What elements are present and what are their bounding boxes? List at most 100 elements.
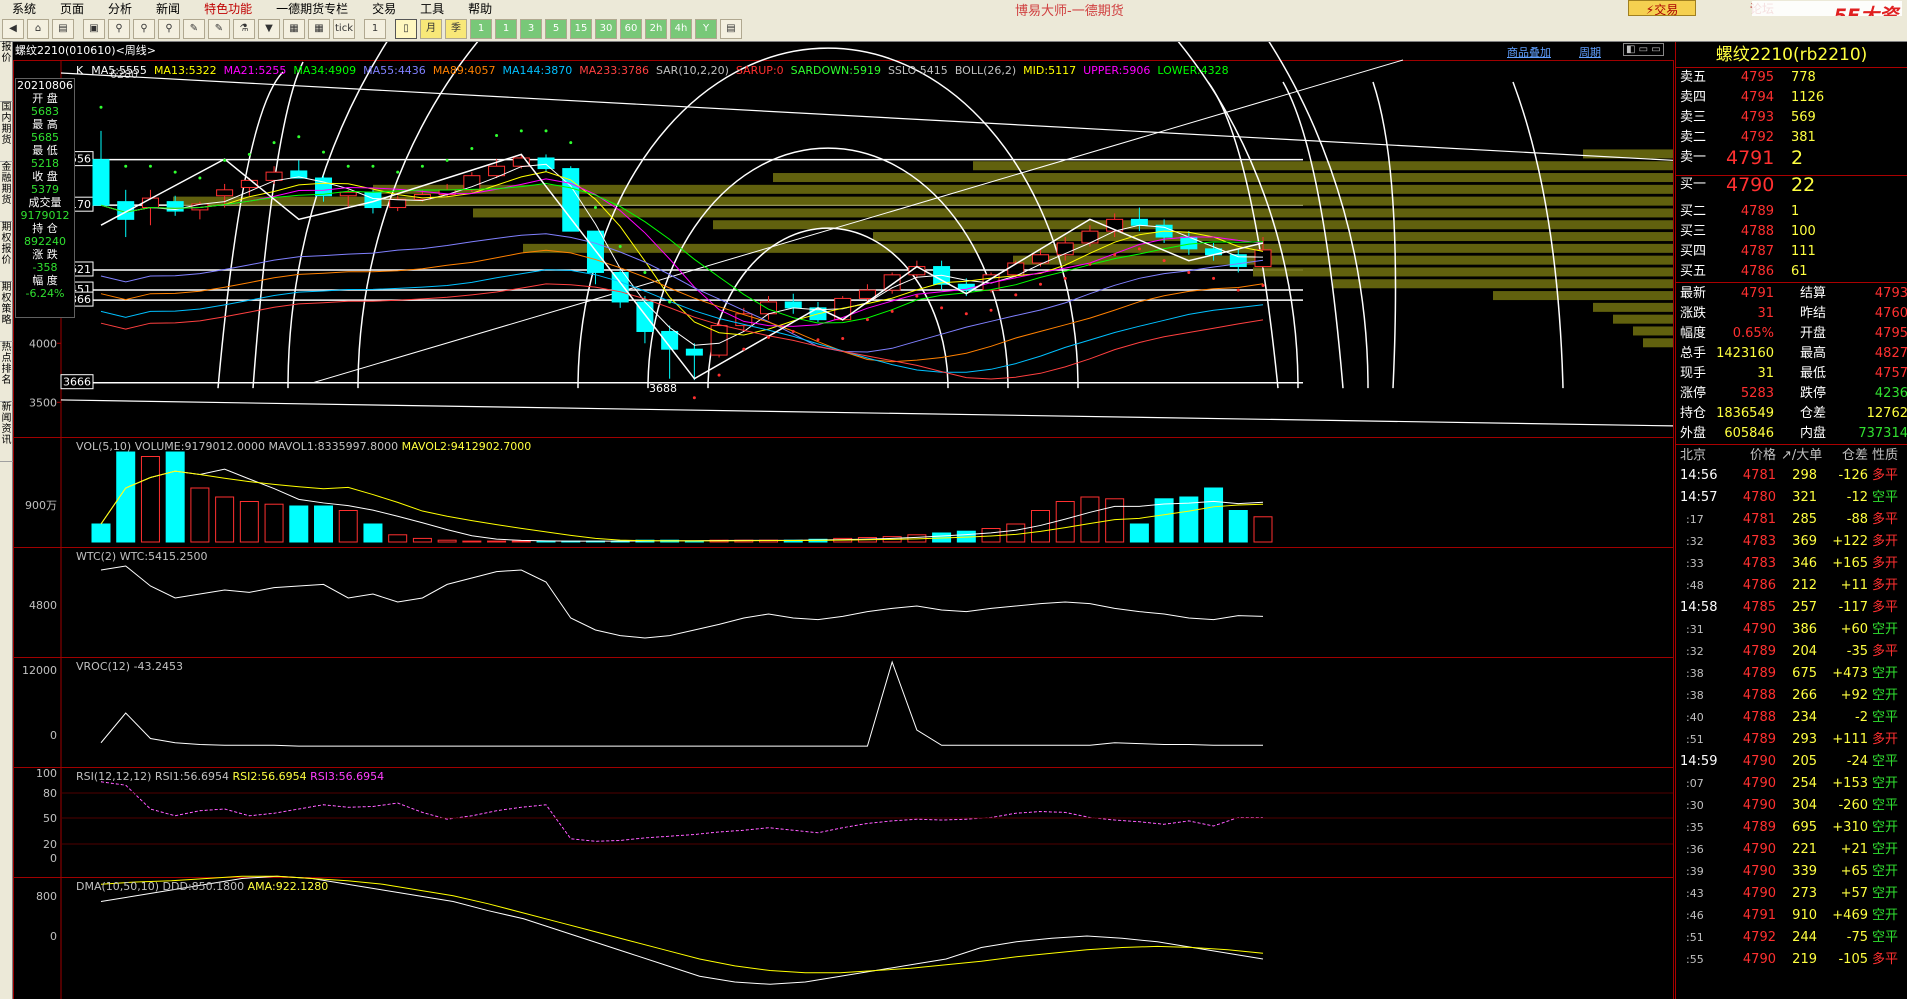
tick-price: 4780 [1742,490,1776,505]
tick-type: 多平 [1872,468,1899,483]
rsi-axis-label: 20 [43,838,57,851]
candle-body [216,189,234,197]
tick-type: 空开 [1872,776,1899,791]
toolbar-button-6[interactable]: ⚲ [158,18,180,39]
tick-price: 4790 [1742,886,1776,901]
tick-header-price: 价格 [1749,448,1776,463]
toolbar-button-2[interactable]: ▤ [52,18,74,39]
toolbar-button-5[interactable]: ⚲ [133,18,155,39]
menu-tools[interactable]: 工具 [408,0,456,17]
tick-row: 14:58 4785 257 -117 多平 [1676,598,1907,618]
tick-price: 4781 [1742,468,1776,483]
toolbar-button-7[interactable]: ✎ [183,18,205,39]
toolbar-button-26[interactable]: 4h [670,18,692,39]
bid-label: 买四 [1680,244,1707,259]
menu-news[interactable]: 新闻 [144,0,192,17]
volume-axis-label: 900万 [25,499,57,512]
stat-value: 31 [1757,366,1774,381]
toolbar-button-27[interactable]: Y [695,18,717,39]
volume-bar [1080,496,1100,543]
menu-yide-column[interactable]: 一德期货专栏 [264,0,360,17]
toolbar-button-14[interactable]: 1 [364,18,386,39]
toolbar-button-21[interactable]: 5 [545,18,567,39]
toolbar-button-24[interactable]: 60 [620,18,642,39]
bid-volume: 1 [1791,204,1800,219]
legend-item-12: BOLL(26,2) [954,64,1017,77]
sar-dot [1038,282,1042,286]
left-tab-6[interactable]: 新闻资讯 [0,402,13,462]
bid-price: 4787 [1740,244,1774,259]
volume-bar [338,510,358,543]
overlay-commodity-link[interactable]: 商品叠加 [1507,44,1551,60]
toolbar-button-20[interactable]: 3 [520,18,542,39]
tick-volume: 386 [1792,622,1817,637]
trade-button[interactable]: ⚡交易 [1628,0,1696,17]
toolbar-button-28[interactable]: ▤ [720,18,742,39]
legend-item-10: SARDOWN:5919 [790,64,881,77]
toolbar-button-25[interactable]: 2h [645,18,667,39]
toolbar-button-3[interactable]: ▣ [83,18,105,39]
toolbar-button-16[interactable]: 月 [420,18,442,39]
window-buttons[interactable]: ◧ ▭ ▭ [1623,43,1664,56]
left-tab-0[interactable]: 报价 [0,42,13,102]
menu-features[interactable]: 特色功能 [192,0,264,17]
info-value: 5379 [31,183,59,196]
left-tab-5[interactable]: 热点排名 [0,342,13,402]
legend-item-4: MA55:4436 [363,64,426,77]
toolbar-button-19[interactable]: 1 [495,18,517,39]
tick-row: 14:56 4781 298 -126 多平 [1676,466,1907,486]
toolbar-button-8[interactable]: ✎ [208,18,230,39]
toolbar-button-22[interactable]: 15 [570,18,592,39]
toolbar-button-17[interactable]: 季 [445,18,467,39]
tick-row: :48 4786 212 +11 多开 [1676,576,1907,596]
chart-canvas[interactable]: 4000350055565170462144514366366662803688… [13,42,1675,999]
left-tab-1[interactable]: 国内期货 [0,102,13,162]
rsi-line [100,781,1263,842]
tick-row: 14:59 4790 205 -24 空平 [1676,752,1907,772]
tick-oi: +11 [1840,578,1868,593]
toolbar-button-9[interactable]: ⚗ [233,18,255,39]
bid-volume: 22 [1791,174,1816,196]
toolbar-button-1[interactable]: ⌂ [27,18,49,39]
legend-item-3: MA34:4909 [293,64,357,77]
menu-system[interactable]: 系统 [0,0,48,17]
menu-help[interactable]: 帮助 [456,0,504,17]
ask-label: 卖二 [1680,130,1707,145]
volume-profile-bar [1633,326,1673,336]
left-tab-3[interactable]: 期权报价 [0,222,13,282]
toolbar-button-18[interactable]: 1 [470,18,492,39]
sar-dot [371,164,375,168]
sar-dot [593,206,597,210]
left-tab-2[interactable]: 金融期货 [0,162,13,222]
tick-header-type: 性质 [1872,448,1899,463]
tick-price: 4790 [1742,864,1776,879]
sar-dot [124,164,128,168]
sar-dot [841,337,845,341]
toolbar-button-23[interactable]: 30 [595,18,617,39]
toolbar-button-11[interactable]: ▦ [283,18,305,39]
toolbar-button-4[interactable]: ⚲ [108,18,130,39]
toolbar-button-15[interactable]: ▯ [395,18,417,39]
tick-type: 空开 [1872,688,1899,703]
menu-page[interactable]: 页面 [48,0,96,17]
stat-value: 4791 [1740,286,1774,301]
toolbar-button-0[interactable]: ◀ [2,18,24,39]
tick-oi: -24 [1846,754,1868,769]
tick-price: 4790 [1742,952,1776,967]
menu-trade[interactable]: 交易 [360,0,408,17]
chart-area[interactable]: 4000 3500 5556 5170 4621 4451 4366 3666 6280 3688… [13,42,1675,999]
tick-volume: 212 [1792,578,1817,593]
left-tab-4[interactable]: 期权策略 [0,282,13,342]
trend-line [60,72,1674,161]
toolbar-button-13[interactable]: tick [333,18,355,39]
menu-analysis[interactable]: 分析 [96,0,144,17]
tick-header-oi: 仓差 [1841,448,1868,463]
period-link[interactable]: 周期 [1579,44,1601,60]
ask-volume: 1126 [1791,90,1825,105]
legend-item-2: MA21:5255 [223,64,287,77]
toolbar-button-12[interactable]: ▦ [308,18,330,39]
toolbar-button-10[interactable]: ▼ [258,18,280,39]
tick-volume: 254 [1792,776,1817,791]
tick-price: 4790 [1742,776,1776,791]
tick-oi: -117 [1838,600,1868,615]
